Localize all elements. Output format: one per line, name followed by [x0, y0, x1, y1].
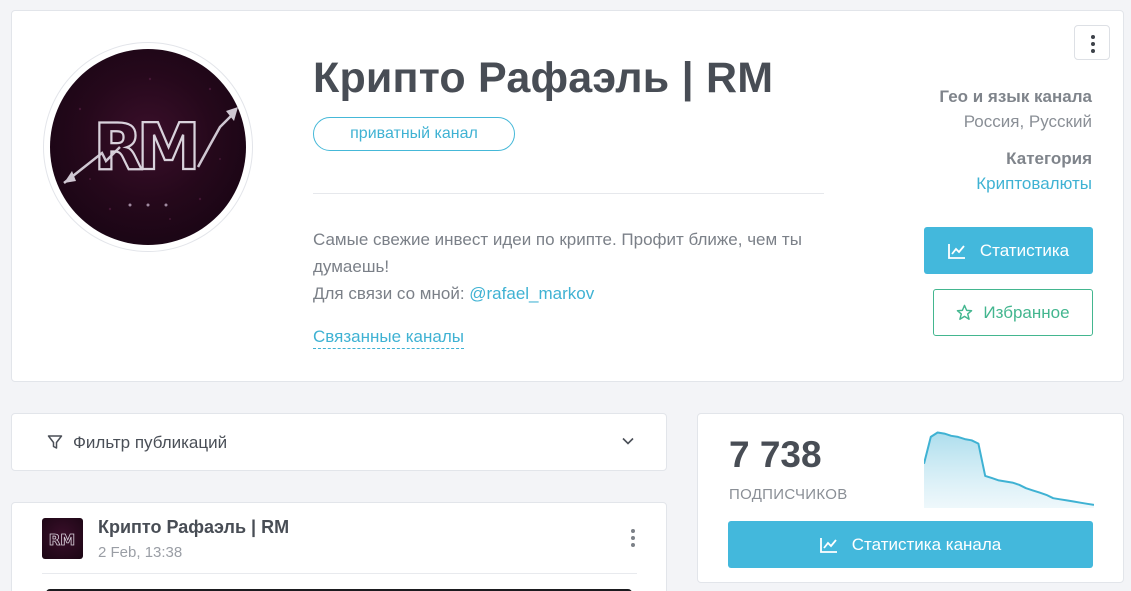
related-channels-link[interactable]: Связанные каналы	[313, 327, 464, 349]
private-channel-badge[interactable]: приватный канал	[313, 117, 515, 151]
post-author-name[interactable]: Крипто Рафаэль | RM	[98, 517, 289, 538]
post-more-vertical-icon[interactable]	[631, 529, 635, 550]
more-vertical-icon	[1091, 35, 1095, 56]
favorite-button-label: Избранное	[983, 302, 1070, 322]
description-contact-prefix: Для связи со мной:	[313, 284, 470, 303]
subscribers-sparkline	[924, 431, 1094, 508]
statistics-button[interactable]: Статистика	[924, 227, 1093, 274]
subscribers-label: ПОДПИСЧИКОВ	[729, 486, 848, 503]
publication-filter[interactable]: Фильтр публикаций	[11, 413, 667, 471]
channel-avatar: RM	[50, 49, 246, 245]
subscribers-count: 7 738	[729, 434, 822, 475]
chevron-down-icon[interactable]	[621, 434, 635, 448]
statistics-button-label: Статистика	[979, 240, 1070, 260]
rm-logo-icon: RM	[63, 77, 238, 220]
avatar-monogram: RM	[49, 531, 75, 549]
geo-value: Россия, Русский	[963, 112, 1092, 131]
svg-text:RM: RM	[94, 111, 195, 185]
channel-statistics-label: Статистика канала	[851, 534, 1002, 554]
more-options-button[interactable]	[1074, 25, 1110, 60]
post-divider	[42, 573, 637, 574]
filter-label: Фильтр публикаций	[73, 433, 228, 452]
post-date: 2 Feb, 13:38	[98, 544, 183, 561]
channel-header-card: RM Крипто Рафаэль | RM приватный канал С…	[11, 10, 1124, 382]
post-author-avatar[interactable]: RM	[42, 518, 83, 559]
channel-description: Самые свежие инвест идеи по крипте. Проф…	[313, 226, 833, 307]
subscribers-stats-card: 7 738 ПОДПИСЧИКОВ Статистика канала	[697, 413, 1124, 583]
channel-statistics-button[interactable]: Статистика канала	[728, 521, 1093, 568]
filter-icon	[47, 435, 63, 449]
rm-logo-icon: RM	[48, 531, 75, 550]
sparkline-area	[924, 432, 1094, 508]
chart-line-icon	[819, 537, 837, 553]
favorite-button[interactable]: Избранное	[933, 289, 1093, 336]
star-icon	[957, 304, 973, 320]
category-link[interactable]: Криптовалюты	[976, 174, 1092, 194]
channel-avatar-ring: RM	[43, 42, 253, 252]
channel-title: Крипто Рафаэль | RM	[313, 54, 774, 102]
header-divider	[313, 193, 824, 194]
description-text: Самые свежие инвест идеи по крипте. Проф…	[313, 230, 802, 276]
chart-line-icon	[947, 243, 965, 259]
post-card: RM Крипто Рафаэль | RM 2 Feb, 13:38	[11, 502, 667, 591]
geo-label: Гео и язык канала	[939, 87, 1092, 106]
category-label: Категория	[1006, 149, 1092, 168]
contact-link[interactable]: @rafael_markov	[469, 284, 594, 303]
